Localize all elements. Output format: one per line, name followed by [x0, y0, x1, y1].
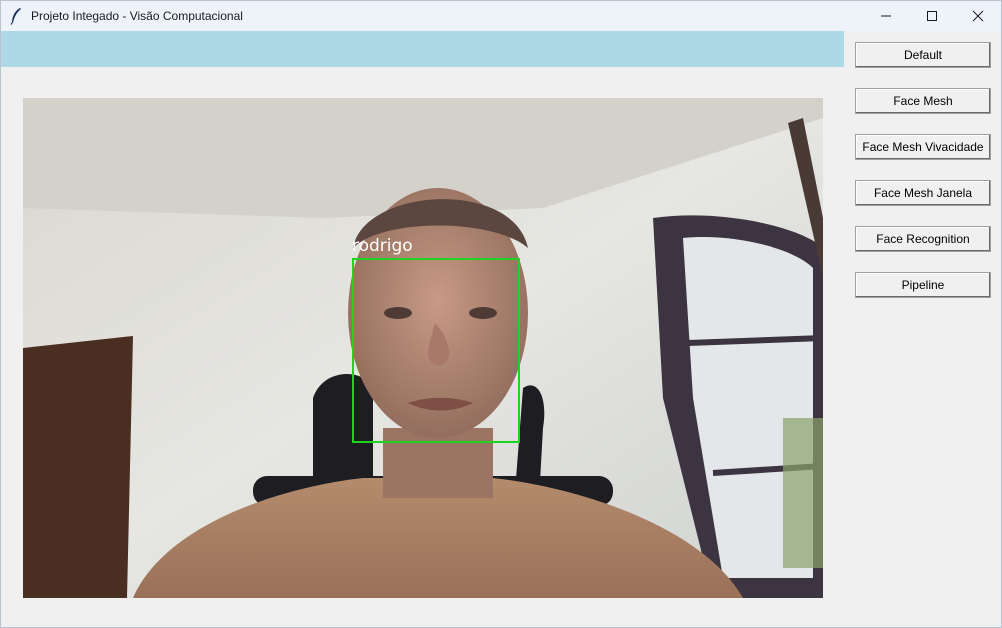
close-button[interactable]	[955, 1, 1001, 31]
close-icon	[972, 10, 984, 22]
face-detection-box	[352, 258, 520, 443]
default-button[interactable]: Default	[855, 42, 991, 68]
feather-icon	[9, 7, 23, 25]
top-strip	[1, 31, 844, 67]
maximize-icon	[927, 11, 937, 21]
minimize-icon	[881, 15, 891, 17]
window-title: Projeto Integado - Visão Computacional	[31, 9, 243, 23]
pipeline-button[interactable]: Pipeline	[855, 272, 991, 298]
title-bar[interactable]: Projeto Integado - Visão Computacional	[1, 1, 1001, 31]
face-recognition-button[interactable]: Face Recognition	[855, 226, 991, 252]
app-window: Projeto Integado - Visão Computacional r…	[0, 0, 1002, 628]
face-mesh-janela-button[interactable]: Face Mesh Janela	[855, 180, 991, 206]
face-mesh-vivacidade-button[interactable]: Face Mesh Vivacidade	[855, 134, 991, 160]
camera-feed: rodrigo	[23, 98, 823, 598]
face-mesh-button[interactable]: Face Mesh	[855, 88, 991, 114]
minimize-button[interactable]	[863, 1, 909, 31]
maximize-button[interactable]	[909, 1, 955, 31]
face-detection-label: rodrigo	[352, 236, 413, 256]
